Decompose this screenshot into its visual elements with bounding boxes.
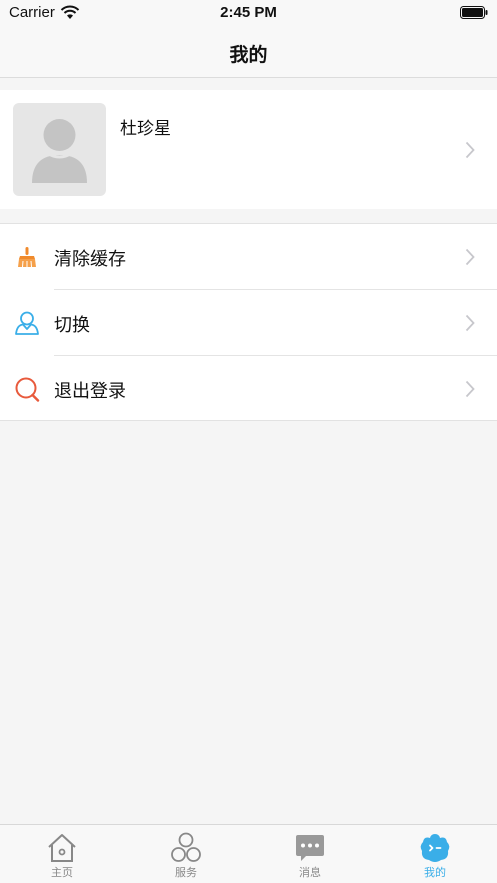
logout-icon: [15, 377, 40, 402]
message-icon: [296, 835, 324, 861]
tab-messages[interactable]: 消息: [248, 825, 372, 883]
home-icon: [48, 834, 76, 862]
screen: Carrier 2:45 PM 我的 杜珍星 清除缓存 切换 退出登录 主页 服…: [0, 0, 497, 883]
chevron-right-icon: [465, 141, 475, 159]
tab-label: 主页: [51, 866, 73, 879]
menu-item-clear-cache[interactable]: 清除缓存: [0, 224, 497, 290]
chevron-right-icon: [465, 248, 475, 266]
tab-services[interactable]: 服务: [124, 825, 248, 883]
tab-label: 消息: [299, 866, 321, 879]
menu-item-label: 清除缓存: [54, 249, 126, 270]
avatar-placeholder-icon: [32, 119, 87, 183]
clock: 2:45 PM: [220, 4, 277, 21]
menu-item-label: 切换: [54, 315, 90, 336]
tab-label: 我的: [424, 866, 446, 879]
avatar[interactable]: [13, 103, 106, 196]
user-switch-icon: [15, 311, 39, 335]
profile-name: 杜珍星: [120, 119, 171, 139]
services-icon: [171, 832, 201, 862]
profile-icon: [420, 834, 450, 862]
tab-home[interactable]: 主页: [0, 825, 124, 883]
menu-item-switch-account[interactable]: 切换: [0, 290, 497, 356]
tab-profile[interactable]: 我的: [373, 825, 497, 883]
nav-bar: 我的: [0, 28, 497, 78]
menu-item-logout[interactable]: 退出登录: [0, 356, 497, 422]
settings-menu: 清除缓存 切换 退出登录: [0, 223, 497, 421]
battery-icon: [460, 6, 488, 19]
chevron-right-icon: [465, 314, 475, 332]
profile-card[interactable]: 杜珍星: [0, 90, 497, 209]
page-title: 我的: [229, 44, 268, 66]
menu-item-label: 退出登录: [54, 381, 126, 402]
status-bar: Carrier 2:45 PM: [0, 0, 497, 28]
tab-bar: 主页 服务 消息 我的: [0, 824, 497, 883]
broom-icon: [18, 247, 36, 268]
tab-label: 服务: [175, 866, 197, 879]
chevron-right-icon: [465, 380, 475, 398]
